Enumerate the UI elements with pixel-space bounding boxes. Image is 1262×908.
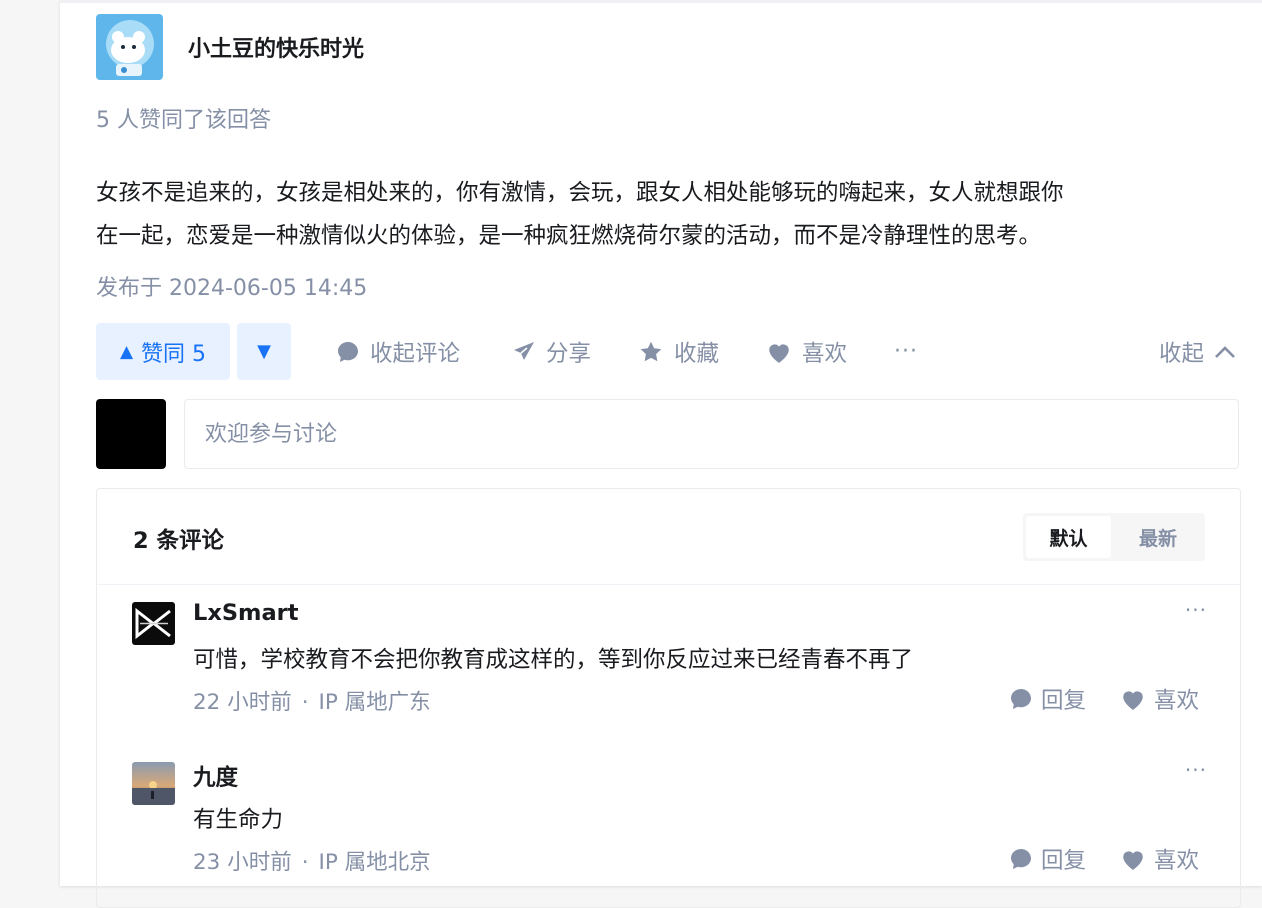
heart-icon <box>1123 851 1143 870</box>
separator-dot: · <box>301 690 309 715</box>
comment-time: 22 小时前 <box>193 690 292 715</box>
comment-sort-toggle: 默认 最新 <box>1023 513 1205 561</box>
comments-header: 2 条评论 默认 最新 <box>97 489 1240 585</box>
triangle-down-icon: ▼ <box>257 341 271 362</box>
heart-icon <box>769 343 789 363</box>
comment-input[interactable] <box>184 399 1239 469</box>
lxsmart-logo-icon <box>132 602 175 645</box>
more-options-button[interactable]: ··· <box>894 323 918 380</box>
sunset-photo-icon <box>132 762 175 805</box>
comment-bubble-icon <box>1011 689 1031 709</box>
answer-action-bar: ▲ 赞同 5 ▼ 收起评论 分享 收藏 喜欢 ··· 收起 <box>96 323 1236 380</box>
sort-newest-tab[interactable]: 最新 <box>1115 516 1201 558</box>
heart-icon <box>1123 691 1143 710</box>
like-label: 喜欢 <box>802 340 848 367</box>
author-name[interactable]: 小土豆的快乐时光 <box>188 31 364 63</box>
reply-button[interactable]: 回复 <box>1009 843 1086 875</box>
like-button[interactable]: 喜欢 <box>766 323 847 380</box>
upvote-button[interactable]: ▲ 赞同 5 <box>96 323 230 380</box>
favorite-label: 收藏 <box>674 340 720 367</box>
answer-content: 女孩不是追来的，女孩是相处来的，你有激情，会玩，跟女人相处能够玩的嗨起来，女人就… <box>96 172 1236 258</box>
card-top-divider <box>60 0 1262 3</box>
comments-count: 2 条评论 <box>133 528 224 554</box>
share-label: 分享 <box>546 340 592 367</box>
share-button[interactable]: 分享 <box>512 323 591 380</box>
downvote-button[interactable]: ▼ <box>237 323 291 380</box>
triangle-up-icon: ▲ <box>119 341 134 362</box>
separator-dot: · <box>301 850 309 875</box>
comment-meta: 22 小时前 · IP 属地广东 <box>193 685 431 716</box>
comment-text: 有生命力 <box>193 807 284 833</box>
paper-plane-icon <box>514 341 534 360</box>
commenter-avatar[interactable] <box>132 762 175 805</box>
comment-time: 23 小时前 <box>193 850 292 875</box>
comment-like-button[interactable]: 喜欢 <box>1120 843 1199 875</box>
reply-button[interactable]: 回复 <box>1009 683 1086 715</box>
reply-label: 回复 <box>1041 688 1087 714</box>
comment-bubble-icon <box>1011 849 1031 869</box>
answer-line: 在一起，恋爱是一种激情似火的体验，是一种疯狂燃烧荷尔蒙的活动，而不是冷静理性的思… <box>96 223 1042 249</box>
collapse-answer-button[interactable]: 收起 <box>1159 323 1236 380</box>
polar-bear-icon <box>96 14 163 80</box>
collapse-comments-button[interactable]: 收起评论 <box>336 323 460 380</box>
favorite-button[interactable]: 收藏 <box>638 323 719 380</box>
comment-ip: IP 属地广东 <box>318 690 431 715</box>
comment-more-button[interactable]: ··· <box>1185 758 1207 782</box>
collapse-comments-label: 收起评论 <box>370 340 461 367</box>
commenter-avatar[interactable] <box>132 602 175 645</box>
left-gutter <box>0 0 60 886</box>
upvote-label: 赞同 5 <box>141 341 207 367</box>
comment-bubble-icon <box>338 341 358 362</box>
comment-ip: IP 属地北京 <box>318 850 431 875</box>
answer-line: 女孩不是追来的，女孩是相处来的，你有激情，会玩，跟女人相处能够玩的嗨起来，女人就… <box>96 180 1064 206</box>
vote-summary[interactable]: 5 人赞同了该回答 <box>96 102 271 134</box>
author-avatar[interactable] <box>96 14 163 80</box>
comments-panel: 2 条评论 默认 最新 LxSmart ··· 可惜，学校教育不会把你教育成这样… <box>96 488 1241 908</box>
chevron-up-icon <box>1215 345 1235 358</box>
commenter-name[interactable]: LxSmart <box>193 600 299 626</box>
comment-more-button[interactable]: ··· <box>1185 598 1207 622</box>
collapse-label: 收起 <box>1158 340 1204 367</box>
comment-meta: 23 小时前 · IP 属地北京 <box>193 845 431 876</box>
publish-time[interactable]: 发布于 2024-06-05 14:45 <box>96 270 367 302</box>
star-icon <box>640 341 662 361</box>
my-avatar[interactable] <box>96 399 166 469</box>
reply-label: 回复 <box>1041 848 1087 874</box>
answer-author[interactable]: 小土豆的快乐时光 <box>96 14 364 80</box>
comment-text: 可惜，学校教育不会把你教育成这样的，等到你反应过来已经青春不再了 <box>193 647 914 673</box>
comment-like-button[interactable]: 喜欢 <box>1120 683 1199 715</box>
comment-like-label: 喜欢 <box>1154 688 1200 714</box>
comment-like-label: 喜欢 <box>1154 848 1200 874</box>
commenter-name[interactable]: 九度 <box>193 760 238 792</box>
sort-default-tab[interactable]: 默认 <box>1026 516 1111 558</box>
